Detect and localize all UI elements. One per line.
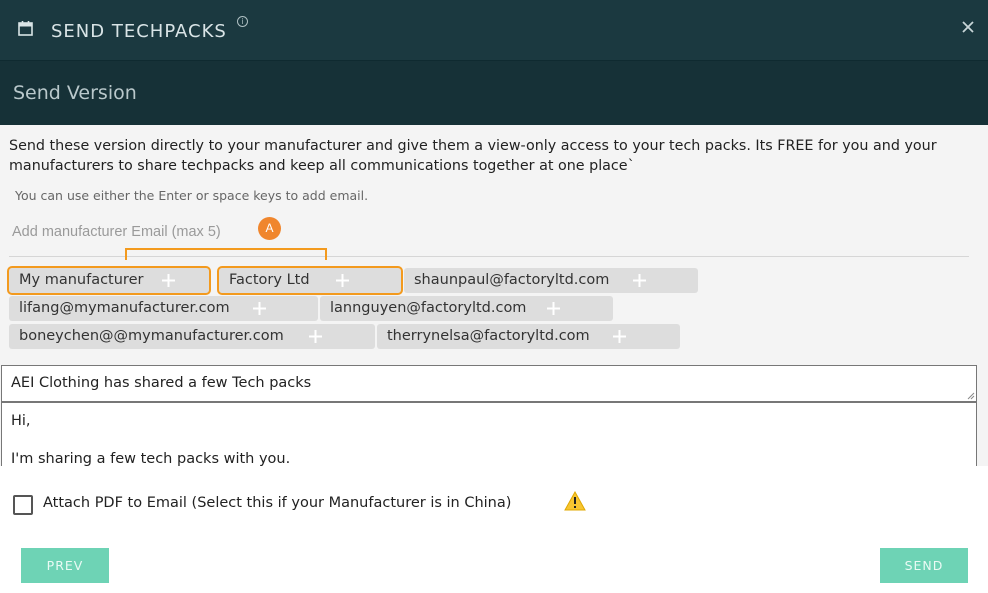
subject-input[interactable]: AEI Clothing has shared a few Tech packs (1, 365, 977, 402)
prev-button[interactable]: PREV (21, 548, 109, 583)
attach-pdf-checkbox[interactable] (13, 495, 33, 515)
warning-icon (564, 491, 586, 511)
add-icon[interactable] (252, 301, 267, 316)
email-chip[interactable]: Factory Ltd (217, 266, 403, 295)
add-icon[interactable] (632, 273, 647, 288)
message-line: I'm sharing a few tech packs with you. (11, 451, 291, 466)
section-header: Send Version (0, 61, 988, 125)
section-title: Send Version (13, 82, 137, 104)
modal-footer: Attach PDF to Email (Select this if your… (0, 466, 988, 593)
add-icon[interactable] (161, 273, 176, 288)
intro-text: Send these version directly to your manu… (9, 138, 937, 174)
email-chip[interactable]: therrynelsa@factoryltd.com (377, 324, 680, 349)
chip-label: Factory Ltd (229, 272, 310, 288)
email-chip[interactable]: My manufacturer (7, 266, 211, 295)
email-chip[interactable]: shaunpaul@factoryltd.com (404, 268, 698, 293)
resize-grip-icon[interactable] (967, 392, 975, 400)
subject-value: AEI Clothing has shared a few Tech packs (11, 375, 312, 391)
add-icon[interactable] (612, 329, 627, 344)
message-textarea[interactable]: Hi, I'm sharing a few tech packs with yo… (1, 402, 977, 466)
message-line: Hi, (11, 413, 31, 429)
calendar-icon (18, 21, 33, 36)
email-hint: You can use either the Enter or space ke… (15, 188, 369, 203)
chip-label: My manufacturer (19, 272, 144, 288)
email-chip[interactable]: lannguyen@factoryltd.com (320, 296, 613, 321)
chip-label: therrynelsa@factoryltd.com (387, 328, 590, 344)
add-icon[interactable] (308, 329, 323, 344)
send-button[interactable]: SEND (880, 548, 968, 583)
attach-pdf-label: Attach PDF to Email (Select this if your… (43, 495, 512, 511)
chip-label: lannguyen@factoryltd.com (330, 300, 527, 316)
annotation-bracket (125, 248, 327, 260)
chip-label: shaunpaul@factoryltd.com (414, 272, 610, 288)
email-chip[interactable]: boneychen@@mymanufacturer.com (9, 324, 375, 349)
email-chip[interactable]: lifang@mymanufacturer.com (9, 296, 318, 321)
modal-title: SEND TECHPACKS (51, 21, 227, 42)
chip-label: lifang@mymanufacturer.com (19, 300, 230, 316)
chip-label: boneychen@@mymanufacturer.com (19, 328, 284, 344)
add-icon[interactable] (546, 301, 561, 316)
send-form: Send these version directly to your manu… (0, 125, 988, 466)
manufacturer-email-input[interactable]: Add manufacturer Email (max 5) (12, 224, 221, 240)
add-icon[interactable] (335, 273, 350, 288)
modal-header: SEND TECHPACKS i (0, 0, 988, 61)
close-icon[interactable] (960, 19, 976, 35)
annotation-badge: A (258, 217, 281, 240)
info-icon[interactable]: i (237, 16, 248, 27)
